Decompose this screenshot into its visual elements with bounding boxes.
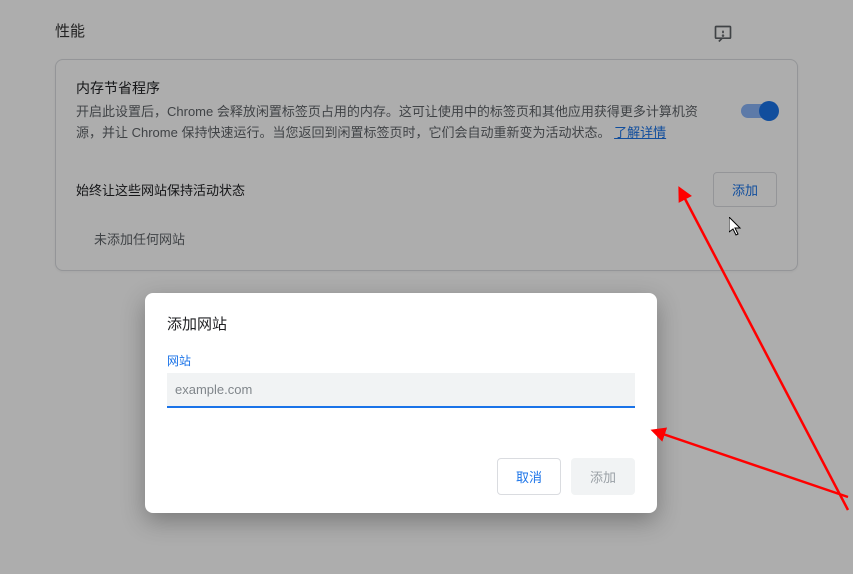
add-site-dialog: 添加网站 网站 取消 添加 — [145, 293, 657, 513]
cancel-button[interactable]: 取消 — [497, 458, 561, 495]
confirm-add-button[interactable]: 添加 — [571, 458, 635, 495]
dialog-title: 添加网站 — [167, 313, 635, 334]
site-field-label: 网站 — [167, 352, 635, 369]
site-url-input[interactable] — [167, 373, 635, 408]
